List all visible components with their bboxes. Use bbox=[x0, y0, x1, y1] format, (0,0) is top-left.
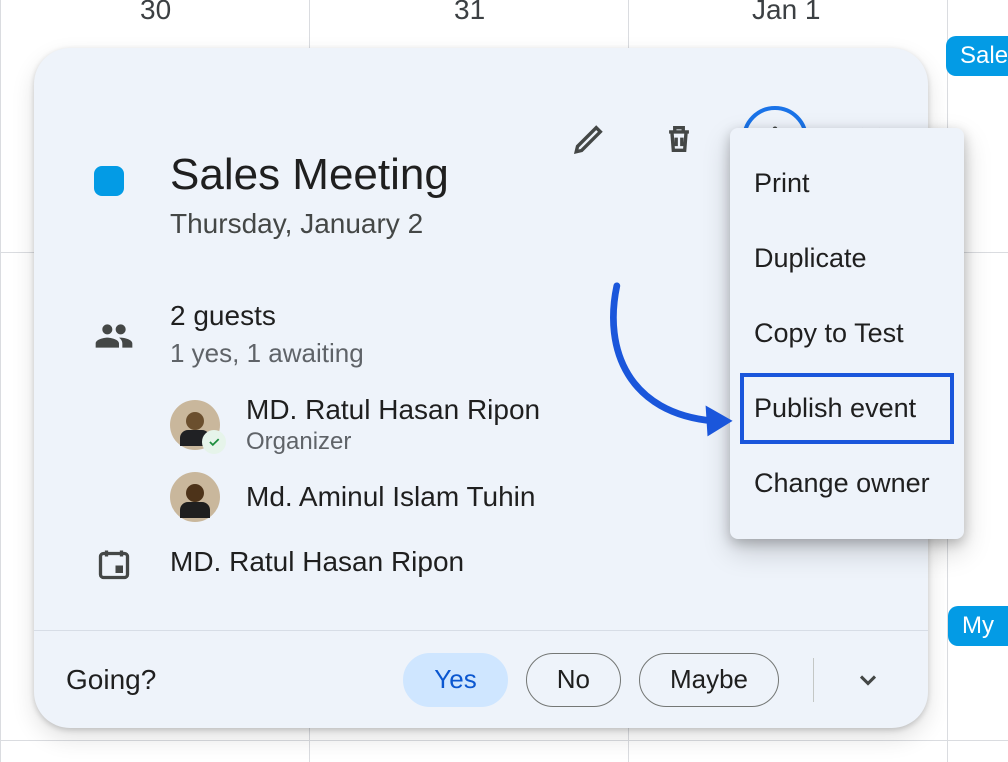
calendar-date[interactable]: Jan 1 bbox=[752, 0, 821, 26]
guests-status: 1 yes, 1 awaiting bbox=[170, 338, 364, 369]
rsvp-footer: Going? Yes No Maybe bbox=[34, 630, 928, 728]
event-chip-label: My bbox=[962, 612, 994, 640]
event-chip[interactable]: Sale bbox=[946, 36, 1008, 76]
guest-name: MD. Ratul Hasan Ripon bbox=[246, 394, 540, 426]
menu-item-duplicate[interactable]: Duplicate bbox=[730, 221, 964, 296]
menu-item-print[interactable]: Print bbox=[730, 146, 964, 221]
separator bbox=[813, 658, 814, 702]
guest-row[interactable]: MD. Ratul Hasan Ripon Organizer bbox=[170, 394, 540, 456]
rsvp-more-button[interactable] bbox=[840, 653, 896, 707]
edit-button[interactable] bbox=[562, 112, 616, 166]
event-chip[interactable]: My bbox=[948, 606, 1008, 646]
guests-count[interactable]: 2 guests bbox=[170, 300, 276, 332]
calendar-icon bbox=[96, 546, 132, 582]
chevron-down-icon bbox=[854, 666, 882, 694]
rsvp-yes-button[interactable]: Yes bbox=[403, 653, 507, 707]
avatar bbox=[170, 400, 220, 450]
menu-item-publish[interactable]: Publish event bbox=[738, 371, 956, 446]
menu-item-copy[interactable]: Copy to Test bbox=[730, 296, 964, 371]
calendar-owner: MD. Ratul Hasan Ripon bbox=[170, 546, 464, 578]
calendar-date[interactable]: 31 bbox=[454, 0, 485, 26]
going-label: Going? bbox=[66, 664, 403, 696]
event-date: Thursday, January 2 bbox=[170, 208, 423, 240]
delete-button[interactable] bbox=[652, 112, 706, 166]
check-badge-icon bbox=[202, 430, 226, 454]
people-icon bbox=[94, 316, 134, 356]
guest-row[interactable]: Md. Aminul Islam Tuhin bbox=[170, 472, 535, 522]
avatar bbox=[170, 472, 220, 522]
rsvp-maybe-button[interactable]: Maybe bbox=[639, 653, 779, 707]
menu-item-change-owner[interactable]: Change owner bbox=[730, 446, 964, 521]
trash-icon bbox=[662, 122, 696, 156]
calendar-date[interactable]: 30 bbox=[140, 0, 171, 26]
pencil-icon bbox=[572, 122, 606, 156]
guest-name: Md. Aminul Islam Tuhin bbox=[246, 481, 535, 513]
event-chip-label: Sale bbox=[960, 42, 1008, 70]
guest-role: Organizer bbox=[246, 428, 540, 456]
rsvp-no-button[interactable]: No bbox=[526, 653, 621, 707]
event-color bbox=[94, 166, 124, 196]
event-title: Sales Meeting bbox=[170, 150, 449, 200]
options-menu: Print Duplicate Copy to Test Publish eve… bbox=[730, 128, 964, 539]
